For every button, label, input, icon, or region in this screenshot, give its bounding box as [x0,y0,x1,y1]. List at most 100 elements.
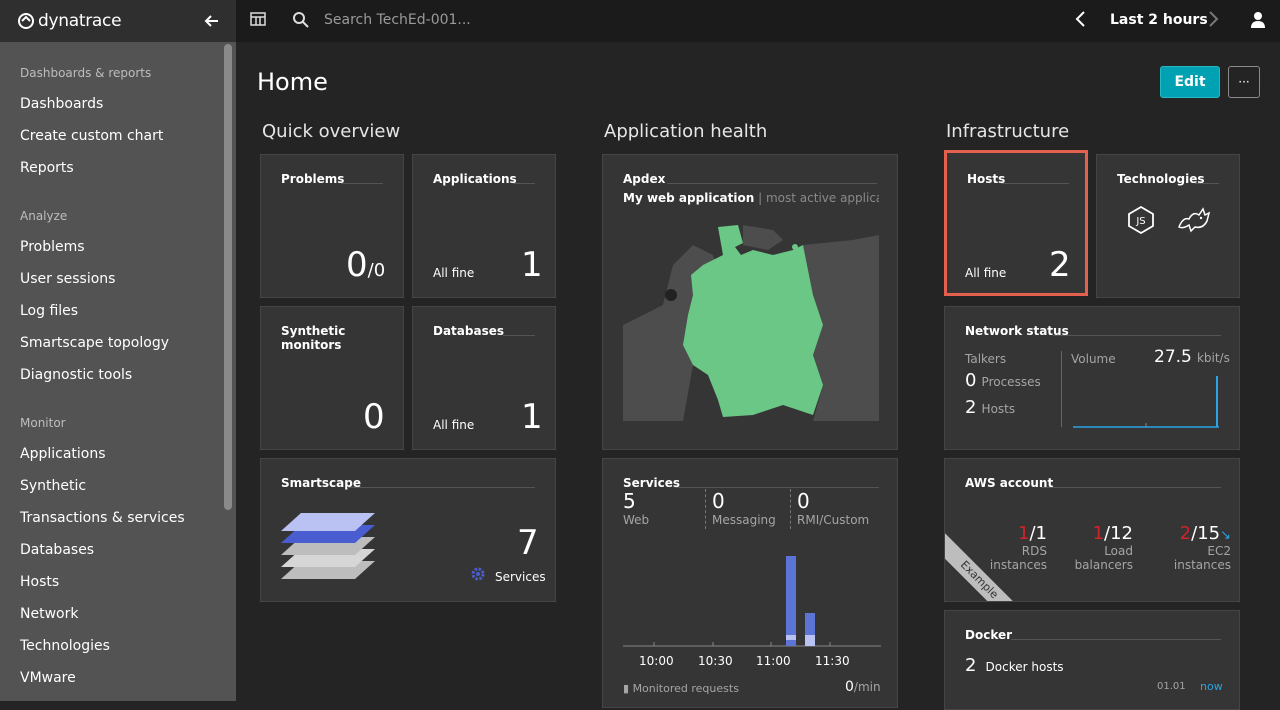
applications-tile[interactable]: Applications All fine 1 [412,154,556,298]
user-icon[interactable] [1250,11,1266,33]
now-label: now [1200,680,1223,693]
sidebar-item-reports[interactable]: Reports [20,160,74,176]
applications-count: 1 [521,245,543,285]
application-name[interactable]: My web application [623,191,754,205]
technologies-tile[interactable]: Technologies JS [1096,154,1240,298]
tile-title: Apdex [623,172,666,186]
metric-label: RDS [1021,544,1047,558]
services-chart[interactable] [623,549,881,649]
problems-total: /0 [367,260,386,281]
sidebar-item-databases[interactable]: Databases [20,542,94,558]
sidebar-item-transactions-services[interactable]: Transactions & services [20,510,185,526]
timeframe-prev-icon[interactable] [1074,10,1088,32]
sidebar-item-smartscape-topology[interactable]: Smartscape topology [20,335,169,351]
databases-count: 1 [521,397,543,437]
docker-hosts-stat: 2 Docker hosts [965,655,1064,676]
network-hosts-label: Hosts [981,402,1016,416]
apdex-tile[interactable]: Apdex My web application | most active a… [602,154,898,450]
chart-bar [786,556,796,646]
smartscape-layers-icon [281,513,375,579]
hosts-count: 2 [1049,245,1071,285]
divider [1061,351,1062,427]
nodejs-icon[interactable]: JS [1128,206,1154,234]
sidebar-item-technologies[interactable]: Technologies [20,638,110,654]
stat-value: 5 [623,489,636,513]
talkers-label: Talkers [965,352,1007,366]
problems-value: 0 [346,245,368,285]
sidebar-item-diagnostic-tools[interactable]: Diagnostic tools [20,367,132,383]
sidebar-item-applications[interactable]: Applications [20,446,106,462]
tile-divider [1053,335,1221,336]
volume-unit: kbit/s [1196,351,1230,365]
bar-chart-icon: ▮ [623,682,630,695]
load-balancers-metric[interactable]: 1/12 Load balancers [1051,523,1133,572]
search-icon[interactable] [292,11,310,33]
databases-tile[interactable]: Databases All fine 1 [412,306,556,450]
metric-alert-count: 1 [1018,523,1030,544]
dynatrace-logo[interactable]: dynatrace [18,11,122,31]
sidebar-item-vmware[interactable]: VMware [20,670,76,686]
dashboard-icon[interactable] [250,12,266,30]
docker-tile[interactable]: Docker 2 Docker hosts 01.01 now [944,610,1240,710]
sidebar-item-log-files[interactable]: Log files [20,303,78,319]
synthetic-count: 0 [363,397,385,437]
volume-sparkline[interactable] [1071,373,1221,431]
metric-label: Load [1104,544,1133,558]
tile-title: Technologies [1117,172,1205,186]
services-web-stat[interactable]: 5 Web [623,489,649,527]
application-note: | most active applicat... [758,191,879,205]
requests-per-minute: 0/min [845,679,881,695]
services-messaging-stat[interactable]: 0 Messaging [705,489,776,529]
network-status-tile[interactable]: Network status Talkers 0 Processes 2 Hos… [944,306,1240,450]
x-tick: 10:30 [698,654,733,668]
tile-title: Synthetic monitors [281,324,346,352]
requests-unit: /min [853,680,881,694]
apdex-application: My web application | most active applica… [623,191,879,205]
services-tile[interactable]: Services 5 Web 0 Messaging 0 RMI/Custom … [602,458,898,708]
sidebar-item-user-sessions[interactable]: User sessions [20,271,115,287]
dynatrace-logo-icon [18,13,34,29]
tile-divider [1001,183,1069,184]
page-title: Home [257,68,328,96]
germany-map[interactable] [623,225,879,421]
metric-label: balancers [1074,558,1133,572]
tomcat-icon[interactable] [1177,207,1211,233]
timeframe-selector[interactable]: Last 2 hours [1110,12,1208,28]
edit-button[interactable]: Edit [1160,66,1220,98]
search-input[interactable]: Search TechEd-001... [324,12,471,28]
x-tick: 11:00 [756,654,791,668]
metric-total: /15 [1191,523,1221,544]
synthetic-monitors-tile[interactable]: Synthetic monitors 0 [260,306,404,450]
aws-account-tile[interactable]: AWS account 1/1 RDS instances 1/12 Load … [944,458,1240,602]
collapse-menu-icon[interactable] [204,10,220,34]
tile-divider [675,487,879,488]
sidebar-item-problems[interactable]: Problems [20,239,85,255]
sidebar-item-synthetic[interactable]: Synthetic [20,478,86,494]
sidebar-section-analyze: Analyze [20,209,68,223]
sidebar-item-create-custom-chart[interactable]: Create custom chart [20,128,163,144]
sidebar-item-network[interactable]: Network [20,606,78,622]
tile-divider [1195,183,1219,184]
smartscape-tile[interactable]: Smartscape 7 Services [260,458,556,602]
timeframe-next-icon[interactable] [1206,10,1220,32]
svg-text:JS: JS [1135,216,1145,227]
network-hosts-value: 2 [965,397,977,418]
hosts-tile[interactable]: Hosts All fine 2 [944,150,1088,296]
services-gear-icon [471,567,485,581]
problems-tile[interactable]: Problems 0/0 [260,154,404,298]
rds-metric[interactable]: 1/1 RDS instances [985,523,1047,572]
hosts-stat: 2 Hosts [965,397,1015,418]
sidebar-scrollbar[interactable] [224,44,232,510]
volume-stat: 27.5 kbit/s [1154,347,1230,367]
trend-arrow-icon: ↘ [1220,528,1231,543]
sidebar-item-hosts[interactable]: Hosts [20,574,59,590]
sidebar: dynatrace Dashboards & reports Dashboard… [0,0,236,701]
tile-title: Databases [433,324,505,338]
stat-value: 0 [797,489,810,513]
ec2-metric[interactable]: 2/15↘ EC2 instances [1141,523,1231,572]
services-rmi-stat[interactable]: 0 RMI/Custom [790,489,869,529]
quick-overview-heading: Quick overview [262,121,401,142]
sidebar-item-dashboards[interactable]: Dashboards [20,96,103,112]
more-options-button[interactable]: ··· [1228,66,1260,98]
x-tick: 10:00 [639,654,674,668]
